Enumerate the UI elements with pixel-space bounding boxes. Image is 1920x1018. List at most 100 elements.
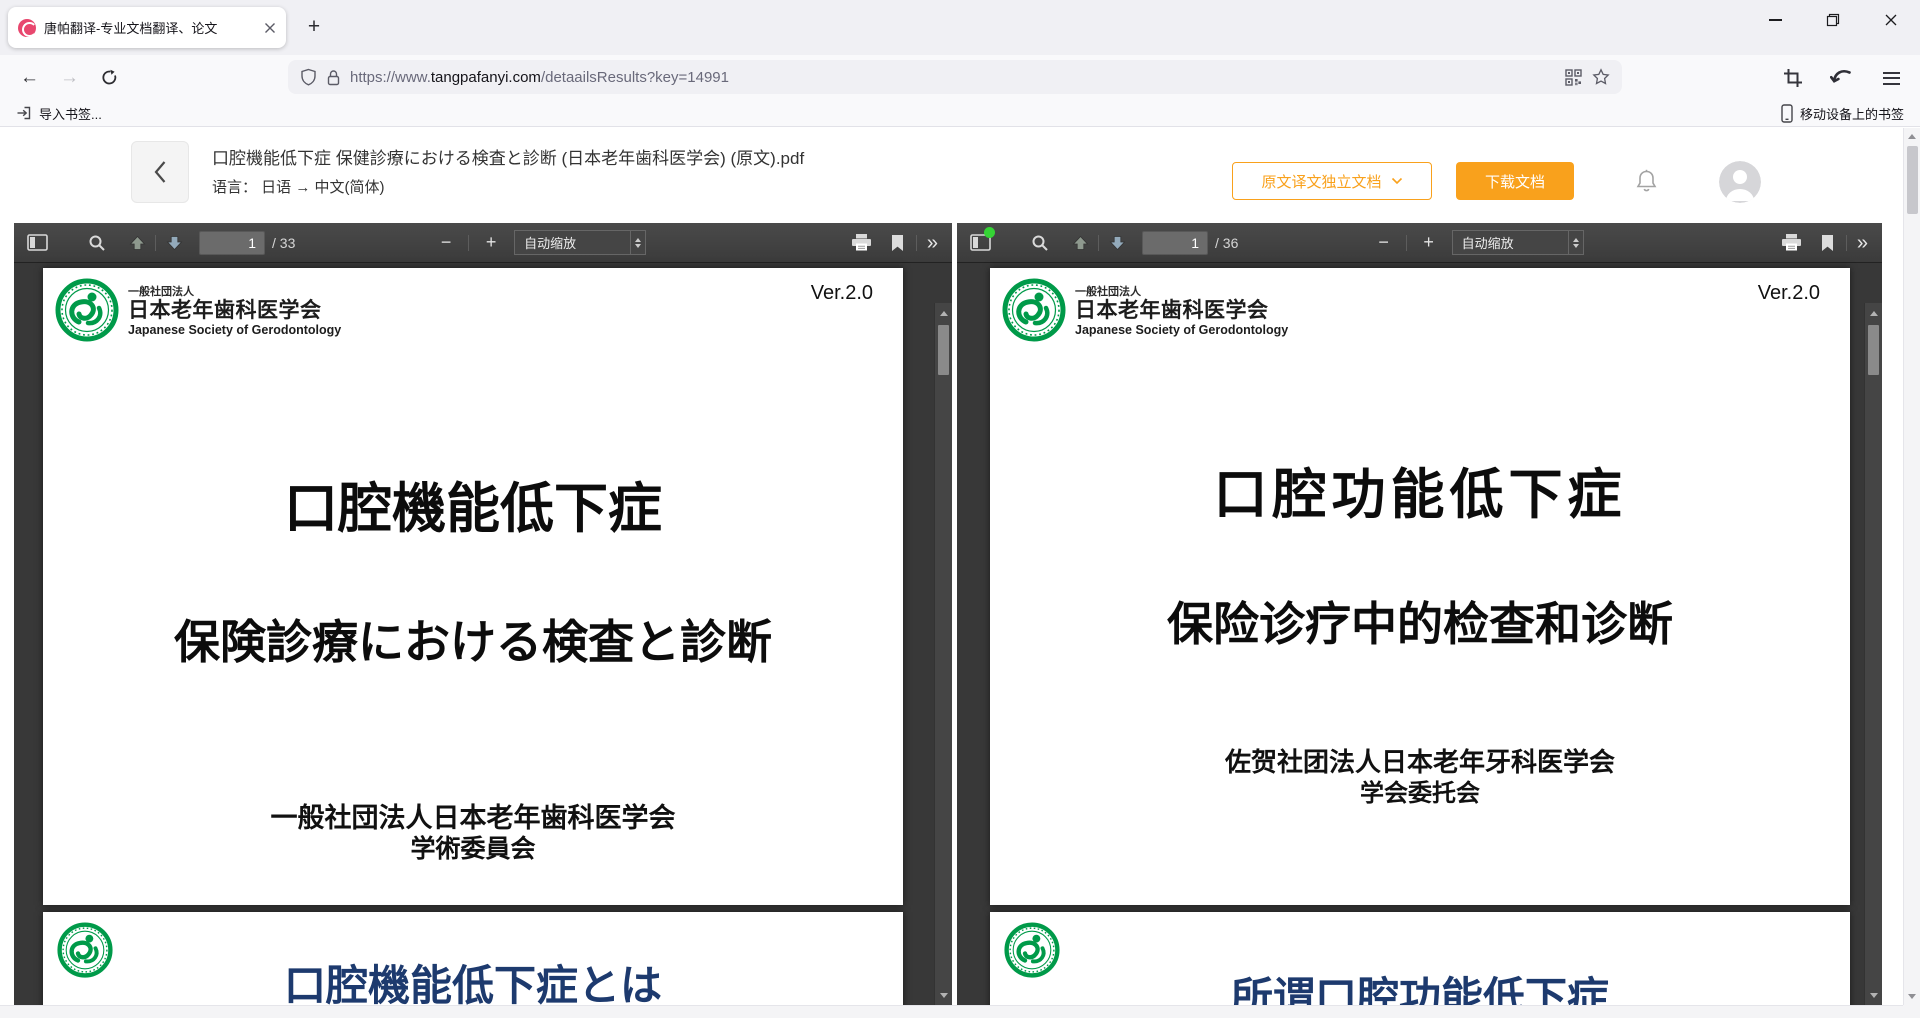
document-title: 口腔機能低下症 保健診療における検査と診断 (日本老年歯科医学会) (原文).p… — [212, 144, 804, 169]
scroll-up-icon[interactable] — [935, 305, 952, 321]
find-button[interactable] — [1027, 230, 1053, 256]
pdf-scrollbar-left[interactable] — [934, 303, 952, 1005]
window-controls — [1746, 0, 1920, 40]
zoom-mode-select[interactable]: 自动缩放 — [1452, 230, 1584, 255]
zoom-in-button[interactable]: + — [478, 230, 504, 256]
zoom-in-button[interactable]: + — [1416, 230, 1442, 256]
society-logo-icon — [55, 278, 119, 342]
scroll-down-icon[interactable] — [1904, 989, 1920, 1004]
version-label: Ver.2.0 — [1758, 282, 1820, 305]
search-icon — [1031, 234, 1049, 252]
download-document-button[interactable]: 下载文档 — [1456, 162, 1574, 200]
sidebar-icon — [27, 234, 48, 251]
scroll-up-icon[interactable] — [1904, 129, 1920, 144]
scrollbar-thumb[interactable] — [938, 325, 949, 375]
page-vertical-scrollbar[interactable] — [1903, 128, 1920, 1005]
pdf-toolbar-right: / 36 − + 自动缩放 » — [957, 223, 1882, 263]
print-icon — [1781, 233, 1802, 252]
print-button[interactable] — [1779, 230, 1805, 256]
slide-title-2: 保険診療における検査と診断 — [43, 606, 903, 672]
import-icon — [16, 105, 32, 121]
new-tab-button[interactable]: + — [298, 11, 330, 43]
import-bookmarks-item[interactable]: 导入书签... — [16, 104, 102, 123]
menu-button[interactable] — [1876, 63, 1906, 93]
mobile-bookmarks-item[interactable]: 移动设备上的书签 — [1781, 104, 1904, 123]
select-spinner-icon — [630, 231, 645, 254]
qr-code-icon[interactable] — [1565, 69, 1582, 86]
arrow-up-icon — [1072, 235, 1089, 251]
notifications-button[interactable] — [1634, 168, 1659, 199]
pdf-canvas-area-right[interactable]: 一般社団法人 日本老年歯科医学会 Japanese Society of Ger… — [957, 263, 1882, 1005]
bookmark-ribbon-icon — [890, 234, 905, 252]
import-bookmarks-label: 导入书签... — [39, 104, 102, 123]
slide-title-1: 口腔機能低下症 — [43, 464, 903, 543]
zoom-out-button[interactable]: − — [1371, 230, 1397, 256]
browser-tab[interactable]: 唐帕翻译-专业文档翻译、论文 — [8, 7, 286, 48]
zoom-mode-select[interactable]: 自动缩放 — [514, 230, 646, 255]
slide-footer-2: 学会委托会 — [990, 773, 1850, 808]
pdf-canvas-area-left[interactable]: 一般社団法人 日本老年歯科医学会 Japanese Society of Ger… — [14, 263, 952, 1005]
back-button[interactable]: ← — [14, 62, 45, 93]
next-slide-heading: 口腔機能低下症とは — [43, 952, 903, 1005]
more-tools-button[interactable]: » — [1857, 233, 1868, 253]
shield-icon — [300, 68, 317, 86]
window-close-button[interactable] — [1862, 0, 1920, 40]
scroll-up-icon[interactable] — [1865, 305, 1882, 321]
select-spinner-icon — [1568, 231, 1583, 254]
language-line: 语言： 日语 → 中文(简体) — [212, 176, 385, 197]
back-to-list-button[interactable] — [131, 141, 189, 203]
minus-icon: − — [434, 232, 458, 253]
zoom-controls: − + 自动缩放 — [1371, 230, 1584, 256]
org-small-label: 一般社団法人 — [128, 283, 341, 299]
status-dot-icon — [984, 227, 995, 238]
page-number-input[interactable] — [199, 231, 265, 255]
sidebar-toggle-button[interactable] — [967, 230, 993, 256]
window-minimize-button[interactable] — [1746, 0, 1804, 40]
window-restore-button[interactable] — [1804, 0, 1862, 40]
reload-icon — [101, 69, 118, 86]
url-bar[interactable]: https://www.tangpafanyi.com/detaailsResu… — [288, 60, 1622, 94]
version-label: Ver.2.0 — [811, 282, 873, 305]
bookmarks-bar: 导入书签... 移动设备上的书签 — [0, 100, 1920, 127]
restore-icon — [1826, 13, 1840, 27]
pdf-viewer-original: / 33 − + 自动缩放 » — [14, 223, 952, 1005]
extension-undo-button[interactable] — [1826, 63, 1856, 93]
next-page-button[interactable] — [161, 230, 187, 256]
bookmark-star-icon[interactable] — [1592, 68, 1610, 86]
find-button[interactable] — [84, 230, 110, 256]
previous-page-button[interactable] — [1067, 230, 1093, 256]
society-logo-icon — [1002, 278, 1066, 342]
next-page-button[interactable] — [1104, 230, 1130, 256]
page-total-label: / 36 — [1215, 235, 1238, 251]
page-horizontal-scrollbar[interactable] — [0, 1005, 1903, 1018]
print-button[interactable] — [849, 230, 875, 256]
sidebar-toggle-button[interactable] — [24, 230, 50, 256]
tab-close-icon[interactable] — [264, 22, 276, 34]
user-avatar[interactable] — [1719, 161, 1761, 203]
split-document-dropdown[interactable]: 原文译文独立文档 — [1232, 162, 1432, 200]
pdf-toolbar-left: / 33 − + 自动缩放 » — [14, 223, 952, 263]
lock-icon — [327, 69, 340, 86]
org-main-label: 日本老年歯科医学会 — [128, 299, 341, 323]
page-number-input[interactable] — [1142, 231, 1208, 255]
previous-page-button[interactable] — [124, 230, 150, 256]
bell-icon — [1634, 168, 1659, 194]
bookmark-ribbon-icon — [1820, 234, 1835, 252]
scroll-down-icon[interactable] — [1865, 987, 1882, 1003]
pdf-page-2-original: 口腔機能低下症とは — [43, 912, 903, 1005]
scroll-down-icon[interactable] — [935, 987, 952, 1003]
more-tools-button[interactable]: » — [927, 233, 938, 253]
forward-button[interactable]: → — [54, 62, 85, 93]
pdf-scrollbar-right[interactable] — [1864, 303, 1882, 1005]
zoom-controls: − + 自动缩放 — [433, 230, 646, 256]
bookmark-page-button[interactable] — [1815, 230, 1841, 256]
reload-button[interactable] — [94, 62, 125, 93]
search-icon — [88, 234, 106, 252]
screenshot-crop-button[interactable] — [1778, 63, 1808, 93]
print-icon — [851, 233, 872, 252]
scrollbar-thumb[interactable] — [1868, 325, 1879, 375]
pdf-page-1-translation: 一般社団法人 日本老年歯科医学会 Japanese Society of Ger… — [990, 268, 1850, 905]
zoom-out-button[interactable]: − — [433, 230, 459, 256]
scrollbar-thumb[interactable] — [1907, 146, 1918, 214]
bookmark-page-button[interactable] — [885, 230, 911, 256]
